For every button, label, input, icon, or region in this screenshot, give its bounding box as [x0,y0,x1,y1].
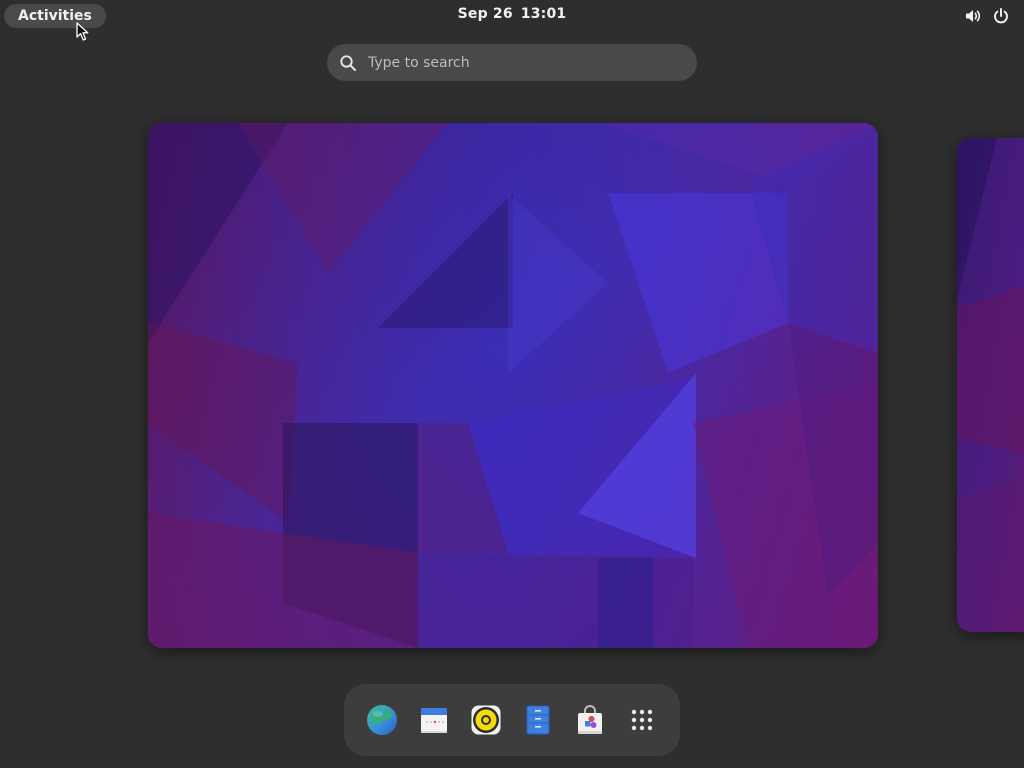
music-player-icon [471,705,501,735]
search-input[interactable] [368,54,668,71]
dash-item-web-browser[interactable] [366,704,398,736]
wallpaper [148,123,878,648]
dash-item-software[interactable] [574,704,606,736]
files-icon [526,705,550,735]
mouse-pointer-icon [76,22,89,41]
calendar-icon [421,708,447,733]
top-bar: Activities Sep 26 13:01 [0,0,1024,32]
wallpaper-next [957,138,1024,632]
clock-time: 13:01 [520,6,567,22]
dash-item-calendar[interactable] [418,704,450,736]
workspace-thumbnail-active[interactable] [148,123,878,648]
search-icon [340,54,356,71]
system-tray[interactable] [964,7,1010,25]
workspace-thumbnail-next[interactable] [957,138,1024,632]
power-icon[interactable] [992,7,1010,25]
clock[interactable]: Sep 26 13:01 [0,6,1024,22]
dash [344,684,680,756]
search-bar[interactable] [327,44,697,81]
volume-icon[interactable] [964,7,982,25]
software-store-icon [578,705,602,734]
dash-item-files[interactable] [522,704,554,736]
dash-item-music-player[interactable] [470,704,502,736]
web-browser-icon [367,705,397,735]
clock-date: Sep 26 [457,6,513,22]
desktop-overview: Activities Sep 26 13:01 [0,0,1024,768]
show-apps-icon [631,709,653,731]
dash-item-show-apps[interactable] [626,704,658,736]
